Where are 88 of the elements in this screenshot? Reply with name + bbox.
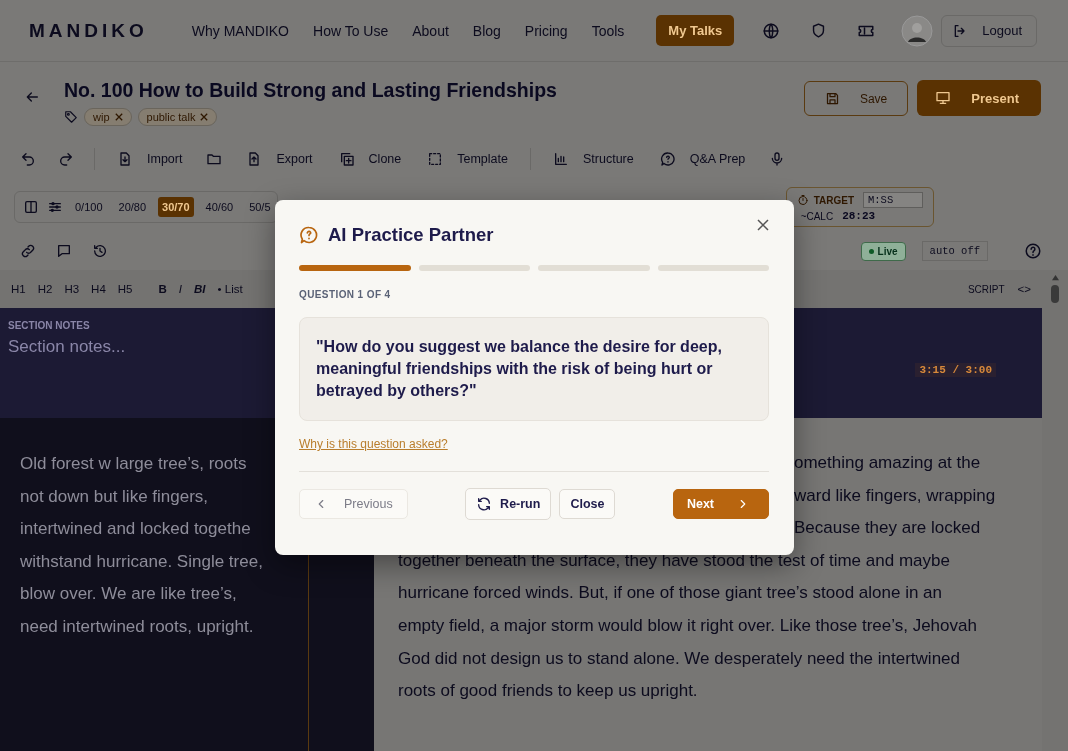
ratio-option[interactable]: 30/70	[158, 197, 194, 217]
globe-icon[interactable]	[762, 21, 781, 40]
next-button[interactable]: Next	[672, 489, 769, 519]
section-notes-label: SECTION NOTES	[8, 320, 91, 331]
scroll-up-icon[interactable]	[1050, 274, 1060, 281]
script-text-line: ward like fingers, wrapping	[794, 484, 996, 507]
close-button[interactable]: Close	[559, 489, 616, 519]
format-button[interactable]: I	[173, 279, 188, 299]
section-timing: 3:15 / 3:00	[915, 363, 996, 377]
monitor-icon	[935, 90, 952, 106]
calc-label: ~CALC	[800, 210, 834, 222]
format-button[interactable]: • List	[212, 279, 248, 299]
rerun-button[interactable]: Re-run	[465, 488, 552, 520]
outline-text-line: not down but like fingers,	[20, 485, 210, 508]
talk-title: No. 100 How to Build Strong and Lasting Friendships	[64, 79, 558, 102]
outline-text-line: intertwined and locked togethe	[20, 518, 252, 541]
script-text-line: together beneath the surface, they have stood the test of time and maybe	[398, 549, 950, 572]
target-time-field[interactable]: M:SS	[863, 192, 923, 208]
close-icon[interactable]	[757, 219, 769, 231]
scrollbar-thumb[interactable]	[1051, 285, 1059, 303]
format-button[interactable]: H5	[112, 279, 138, 299]
tag-chip[interactable]: public talk	[137, 108, 218, 126]
ratio-option[interactable]: 50/5	[245, 197, 275, 217]
outline-text-line: withstand hurricane. Single tree,	[20, 550, 264, 573]
question-text: "How do you suggest we balance the desire for deep, meaningful friendships with the risk of being hurt or betrayed by others?"	[316, 337, 723, 401]
format-button[interactable]: H1	[6, 279, 31, 299]
autosave-status: auto off	[921, 241, 988, 261]
live-badge: Live	[860, 241, 906, 261]
help-icon[interactable]	[1024, 242, 1042, 260]
scrollbar[interactable]	[1042, 270, 1068, 751]
stopwatch-icon	[796, 194, 809, 206]
tag-icon	[64, 110, 78, 124]
nav-link[interactable]: Why MANDIKO	[179, 16, 301, 45]
target-label: TARGET	[813, 194, 854, 206]
nav-link[interactable]: Tools	[579, 16, 637, 45]
file-download-icon	[117, 151, 133, 167]
qa-prep-button[interactable]: Q&A Prep	[651, 147, 754, 171]
outline-text-line: Old forest w large tree’s, roots	[20, 453, 248, 475]
remove-icon[interactable]	[200, 113, 209, 121]
why-link[interactable]: Why is this question asked?	[299, 437, 448, 451]
ratio-option[interactable]: 20/80	[114, 197, 151, 217]
script-text-line: empty field, a major storm would blow it right over. Like those tree’s, Jehovah	[398, 614, 977, 637]
dashed-square-icon	[427, 151, 444, 167]
remove-icon[interactable]	[114, 113, 123, 121]
format-button[interactable]: B	[153, 279, 172, 299]
outline-text-line: need intertwined roots, upright.	[20, 615, 255, 638]
question-counter: QUESTION 1 OF 4	[299, 289, 392, 300]
nav-link[interactable]: How To Use	[301, 16, 401, 45]
format-button[interactable]: H4	[86, 279, 111, 299]
save-button[interactable]: Save	[803, 81, 909, 116]
question-bubble-icon	[299, 225, 319, 245]
outline-text-line: blow over. We are like tree’s,	[20, 583, 238, 606]
logout-button[interactable]: Logout	[941, 14, 1038, 47]
refresh-icon	[476, 496, 493, 512]
code-toggle-button[interactable]: <>	[1012, 279, 1036, 299]
template-button[interactable]: Template	[419, 147, 516, 171]
bar-chart-icon	[553, 151, 569, 167]
format-button[interactable]: H2	[32, 279, 58, 299]
script-mode-label: SCRIPT	[967, 283, 1005, 295]
script-text-line: roots of good friends to keep us upright.	[398, 680, 698, 703]
nav-link[interactable]: Pricing	[512, 16, 580, 45]
section-notes-field[interactable]: Section notes...	[8, 337, 308, 357]
calc-time: 28:23	[842, 210, 876, 222]
tag-chip[interactable]: wip	[84, 108, 132, 126]
export-button[interactable]: Export	[238, 147, 321, 171]
avatar[interactable]	[901, 14, 934, 47]
nav-link[interactable]: My Talks	[656, 15, 735, 46]
ratio-option[interactable]: 0/100	[71, 197, 107, 217]
question-bubble-icon	[659, 151, 676, 167]
back-arrow-icon[interactable]	[24, 89, 40, 105]
nav-link[interactable]: Blog	[460, 16, 513, 45]
script-text-line: omething amazing at the	[794, 452, 981, 474]
import-button[interactable]: Import	[109, 147, 191, 171]
nav-link[interactable]: About	[400, 16, 461, 45]
clone-button[interactable]: Clone	[330, 147, 410, 171]
format-button[interactable]: BI	[189, 279, 211, 299]
present-button[interactable]: Present	[917, 80, 1041, 116]
dialog-title: AI Practice Partner	[328, 224, 494, 246]
logo[interactable]: MANDIKO	[29, 19, 148, 42]
script-text-line: God did not design us to stand alone. We desperately need the intertwined	[398, 647, 960, 670]
format-button[interactable]: H3	[59, 279, 85, 299]
script-text-line: Because they are locked	[794, 517, 981, 540]
copy-plus-icon	[338, 151, 355, 167]
structure-button[interactable]: Structure	[545, 147, 642, 171]
columns-icon[interactable]	[23, 199, 39, 215]
sliders-icon[interactable]	[47, 199, 63, 215]
script-text-line: hurricane forced winds. But, if one of those giant tree’s stood alone in an	[398, 582, 943, 605]
ratio-option[interactable]: 40/60	[201, 197, 238, 217]
